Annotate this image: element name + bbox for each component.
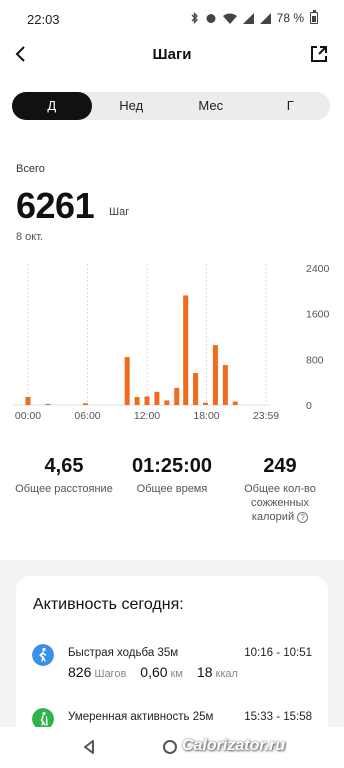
chart-bar[interactable] xyxy=(83,403,89,405)
chart-bar[interactable] xyxy=(25,397,31,405)
total-steps-value: 6261 xyxy=(16,185,95,226)
nav-back-icon[interactable] xyxy=(82,740,96,754)
activity-name: Быстрая ходьба 35м xyxy=(68,647,179,659)
total-steps-unit: Шаг xyxy=(109,206,130,218)
y-tick-label: 2400 xyxy=(306,263,330,275)
activity-time: 10:16 - 10:51 xyxy=(244,647,312,659)
activity-steps-unit: Шагов xyxy=(94,668,127,680)
battery-percent: 78 % xyxy=(276,11,304,25)
activity-calories-unit: ккал xyxy=(215,668,238,680)
nav-home-icon[interactable] xyxy=(163,740,177,754)
period-tabs: Д Нед Мес Г xyxy=(12,92,330,120)
chart-bar[interactable] xyxy=(154,391,160,405)
activity-distance-unit: км xyxy=(170,668,183,680)
activity-calories: 18 xyxy=(196,664,213,680)
time-label: Общее время xyxy=(136,483,208,495)
tab-week[interactable]: Нед xyxy=(92,92,172,120)
status-icons: 78 % xyxy=(191,10,318,25)
page-title: Шаги xyxy=(152,46,192,63)
activity-distance: 0,60 xyxy=(140,664,168,680)
tab-day[interactable]: Д xyxy=(12,92,92,120)
battery-icon xyxy=(310,10,318,24)
x-tick-label: 23:59 xyxy=(253,410,279,422)
date-label: 8 окт. xyxy=(16,231,44,243)
distance-value: 4,65 xyxy=(44,455,84,477)
system-nav-bar: Calorizator.ru xyxy=(0,727,344,768)
metric-calories: 249 Общее кол-во сожженных калорий ? xyxy=(232,455,328,524)
status-bar: 22:03 78 % xyxy=(0,0,344,40)
chart-bar[interactable] xyxy=(124,357,130,405)
y-tick-label: 0 xyxy=(306,400,312,412)
alarm-icon xyxy=(206,14,216,23)
walking-icon xyxy=(32,644,54,666)
activity-item[interactable]: Быстрая ходьба 35м 10:16 - 10:51 826 Шаго… xyxy=(16,644,328,704)
time-value: 01:25:00 xyxy=(131,455,213,477)
calories-label-line3: калорий ? xyxy=(232,510,328,524)
metrics: 4,65 Общее расстояние 01:25:00 Общее вре… xyxy=(0,455,344,535)
chart-bar[interactable] xyxy=(144,396,150,405)
chart-bar[interactable] xyxy=(212,345,218,405)
x-tick-label: 18:00 xyxy=(193,410,219,422)
chart-bar[interactable] xyxy=(164,400,170,405)
x-tick-label: 12:00 xyxy=(134,410,160,422)
tab-year[interactable]: Г xyxy=(251,92,331,120)
distance-label: Общее расстояние xyxy=(15,483,113,495)
chart-bar[interactable] xyxy=(203,402,209,405)
chart-bar[interactable] xyxy=(193,373,199,405)
activity-card-title: Активность сегодня: xyxy=(33,596,184,613)
chart-bar[interactable] xyxy=(222,365,228,405)
total-label: Всего xyxy=(16,163,45,175)
activity-stats: 826 Шагов 0,60 км 18 ккал xyxy=(68,664,252,680)
chart-bar[interactable] xyxy=(174,387,180,405)
chart-bar[interactable] xyxy=(232,401,238,405)
calories-label: Общее кол-во сожженных калорий ? xyxy=(232,482,328,524)
chart-bar[interactable] xyxy=(183,295,189,405)
activity-steps: 826 xyxy=(68,664,92,680)
activity-card[interactable]: Активность сегодня: Быстрая ходьба 35м 1… xyxy=(16,576,328,736)
metric-distance: 4,65 Общее расстояние xyxy=(6,455,122,496)
calories-label-line3-text: калорий xyxy=(251,511,295,523)
signal-icon-2 xyxy=(259,12,271,24)
chart-bar[interactable] xyxy=(134,397,140,405)
watermark: Calorizator.ru xyxy=(182,737,286,754)
chart-bar[interactable] xyxy=(45,403,51,405)
bluetooth-icon xyxy=(191,12,198,24)
activity-name: Умеренная активность 25м xyxy=(68,711,214,723)
status-time: 22:03 xyxy=(27,12,60,27)
wifi-icon xyxy=(222,13,237,24)
metric-time: 01:25:00 Общее время xyxy=(120,455,224,496)
calories-label-line1: Общее кол-во xyxy=(244,483,316,495)
share-icon[interactable] xyxy=(308,43,330,65)
calories-value: 249 xyxy=(263,455,297,477)
y-tick-label: 1600 xyxy=(306,309,330,321)
signal-icon-1 xyxy=(242,12,254,24)
calories-label-line2: сожженных xyxy=(250,497,309,509)
tab-month[interactable]: Мес xyxy=(171,92,251,120)
steps-chart: 00:00 06:00 12:00 18:00 23:59 2400 1600 800 0 xyxy=(14,263,330,422)
header: Шаги xyxy=(0,40,344,70)
activity-time: 15:33 - 15:58 xyxy=(244,711,312,723)
y-tick-label: 800 xyxy=(306,354,324,366)
x-tick-label: 00:00 xyxy=(15,410,41,422)
activity-card-title-text: Активность сегодня xyxy=(33,596,180,613)
x-tick-label: 06:00 xyxy=(74,410,100,422)
help-icon[interactable]: ? xyxy=(297,512,309,523)
